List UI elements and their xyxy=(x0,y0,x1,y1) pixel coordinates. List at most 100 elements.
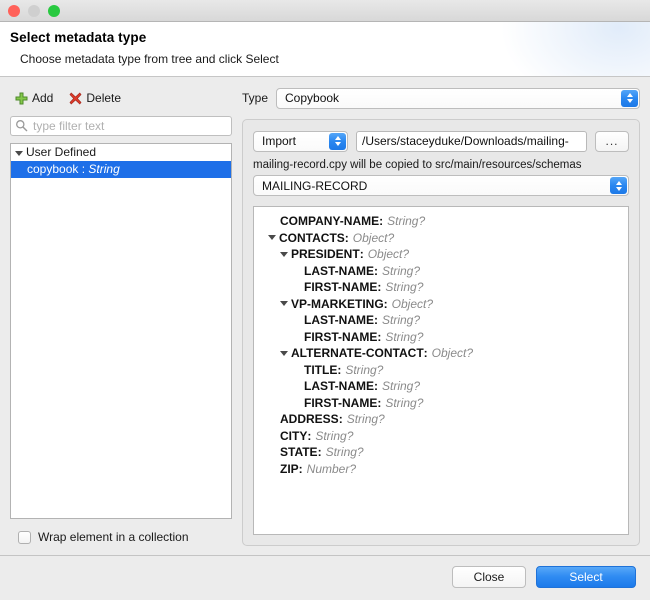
schema-field-type: String? xyxy=(315,428,353,445)
schema-tree-row[interactable]: ADDRESS :String? xyxy=(254,411,628,428)
filter-input[interactable] xyxy=(10,116,232,136)
x-icon xyxy=(69,92,82,105)
schema-field-name: VP-MARKETING xyxy=(291,296,384,313)
schema-field-type: String? xyxy=(347,411,385,428)
user-defined-tree[interactable]: User Defined copybook : String xyxy=(10,143,232,519)
delete-button-label: Delete xyxy=(86,91,121,105)
tree-item-type: String xyxy=(88,161,119,178)
schema-field-name: CITY xyxy=(280,428,307,445)
add-button-label: Add xyxy=(32,91,53,105)
schema-field-type: Number? xyxy=(307,461,356,478)
schema-field-name: FIRST-NAME xyxy=(304,329,377,346)
import-row: Import /Users/staceyduke/Downloads/maili… xyxy=(253,130,629,152)
dialog-window: Select metadata type Choose metadata typ… xyxy=(0,0,650,600)
checkbox-box[interactable] xyxy=(18,531,31,544)
schema-tree-row[interactable]: ALTERNATE-CONTACT :Object? xyxy=(254,345,628,362)
page-title: Select metadata type xyxy=(10,30,640,45)
zoom-window-icon[interactable] xyxy=(48,5,60,17)
schema-field-name: STATE xyxy=(280,444,318,461)
chevron-down-icon[interactable] xyxy=(268,235,276,240)
schema-field-name: ALTERNATE-CONTACT xyxy=(291,345,424,362)
schema-field-separator: : xyxy=(374,378,378,395)
right-panel: Type Copybook Import xyxy=(242,87,640,546)
schema-field-type: String? xyxy=(387,213,425,230)
schema-field-separator: : xyxy=(377,279,381,296)
schema-field-type: Object? xyxy=(392,296,433,313)
tree-item-user-defined[interactable]: User Defined xyxy=(11,144,231,161)
wrap-in-collection-checkbox[interactable]: Wrap element in a collection xyxy=(18,528,232,546)
schema-field-separator: : xyxy=(374,312,378,329)
stepper-icon[interactable] xyxy=(621,90,638,107)
delete-button[interactable]: Delete xyxy=(69,91,121,105)
schema-tree-row[interactable]: COMPANY-NAME :String? xyxy=(254,213,628,230)
schema-tree-row[interactable]: LAST-NAME :String? xyxy=(254,263,628,280)
page-subtitle: Choose metadata type from tree and click… xyxy=(20,52,640,66)
stepper-icon[interactable] xyxy=(329,133,346,150)
add-button[interactable]: Add xyxy=(15,91,53,105)
record-select-value: MAILING-RECORD xyxy=(262,179,367,193)
schema-field-separator: : xyxy=(384,296,388,313)
close-window-icon[interactable] xyxy=(8,5,20,17)
schema-field-separator: : xyxy=(360,246,364,263)
schema-field-type: String? xyxy=(382,312,420,329)
schema-field-separator: : xyxy=(345,230,349,247)
type-label: Type xyxy=(242,91,268,105)
tree-toolbar: Add Delete xyxy=(10,87,232,109)
schema-field-name: LAST-NAME xyxy=(304,263,374,280)
select-button[interactable]: Select xyxy=(536,566,636,588)
schema-tree-row[interactable]: FIRST-NAME :String? xyxy=(254,329,628,346)
record-select[interactable]: MAILING-RECORD xyxy=(253,175,629,196)
schema-field-separator: : xyxy=(307,428,311,445)
schema-tree-row[interactable]: ZIP :Number? xyxy=(254,461,628,478)
chevron-down-icon[interactable] xyxy=(15,151,23,156)
schema-field-type: String? xyxy=(385,279,423,296)
close-button[interactable]: Close xyxy=(452,566,526,588)
dialog-body: Add Delete User Def xyxy=(0,77,650,546)
stepper-icon[interactable] xyxy=(610,177,627,194)
schema-field-name: FIRST-NAME xyxy=(304,395,377,412)
tree-item-name: copybook xyxy=(27,161,78,178)
schema-field-type: Object? xyxy=(432,345,473,362)
tree-item-copybook[interactable]: copybook : String xyxy=(11,161,231,178)
browse-button[interactable]: ... xyxy=(595,131,629,152)
schema-field-type: String? xyxy=(385,395,423,412)
schema-tree-row[interactable]: CONTACTS :Object? xyxy=(254,230,628,247)
schema-tree-row[interactable]: CITY :String? xyxy=(254,428,628,445)
schema-field-separator: : xyxy=(374,263,378,280)
type-select[interactable]: Copybook xyxy=(276,88,640,109)
type-select-value: Copybook xyxy=(285,91,339,105)
copy-destination-note: mailing-record.cpy will be copied to src… xyxy=(253,159,629,171)
plus-icon xyxy=(15,92,28,105)
schema-tree-row[interactable]: FIRST-NAME :String? xyxy=(254,279,628,296)
minimize-window-icon[interactable] xyxy=(28,5,40,17)
schema-field-separator: : xyxy=(379,213,383,230)
chevron-down-icon[interactable] xyxy=(280,252,288,257)
schema-tree[interactable]: COMPANY-NAME :String?CONTACTS :Object?PR… xyxy=(253,206,629,535)
schema-field-name: COMPANY-NAME xyxy=(280,213,379,230)
schema-field-separator: : xyxy=(337,362,341,379)
schema-field-type: String? xyxy=(326,444,364,461)
schema-field-name: CONTACTS xyxy=(279,230,345,247)
copybook-group: Import /Users/staceyduke/Downloads/maili… xyxy=(242,119,640,546)
schema-tree-row[interactable]: PRESIDENT :Object? xyxy=(254,246,628,263)
window-controls xyxy=(8,5,60,17)
tree-item-separator: : xyxy=(78,161,88,178)
file-path-field[interactable]: /Users/staceyduke/Downloads/mailing- xyxy=(356,131,587,152)
schema-tree-row[interactable]: STATE :String? xyxy=(254,444,628,461)
chevron-down-icon[interactable] xyxy=(280,301,288,306)
schema-field-name: FIRST-NAME xyxy=(304,279,377,296)
schema-tree-row[interactable]: TITLE :String? xyxy=(254,362,628,379)
schema-tree-row[interactable]: VP-MARKETING :Object? xyxy=(254,296,628,313)
schema-field-separator: : xyxy=(377,329,381,346)
left-panel: Add Delete User Def xyxy=(10,87,232,546)
chevron-down-icon[interactable] xyxy=(280,351,288,356)
title-bar xyxy=(0,0,650,22)
schema-field-type: String? xyxy=(382,378,420,395)
schema-field-separator: : xyxy=(377,395,381,412)
filter-field-wrapper xyxy=(10,116,232,136)
import-mode-select[interactable]: Import xyxy=(253,131,348,152)
schema-tree-row[interactable]: FIRST-NAME :String? xyxy=(254,395,628,412)
schema-tree-row[interactable]: LAST-NAME :String? xyxy=(254,378,628,395)
schema-tree-row[interactable]: LAST-NAME :String? xyxy=(254,312,628,329)
schema-field-name: LAST-NAME xyxy=(304,312,374,329)
